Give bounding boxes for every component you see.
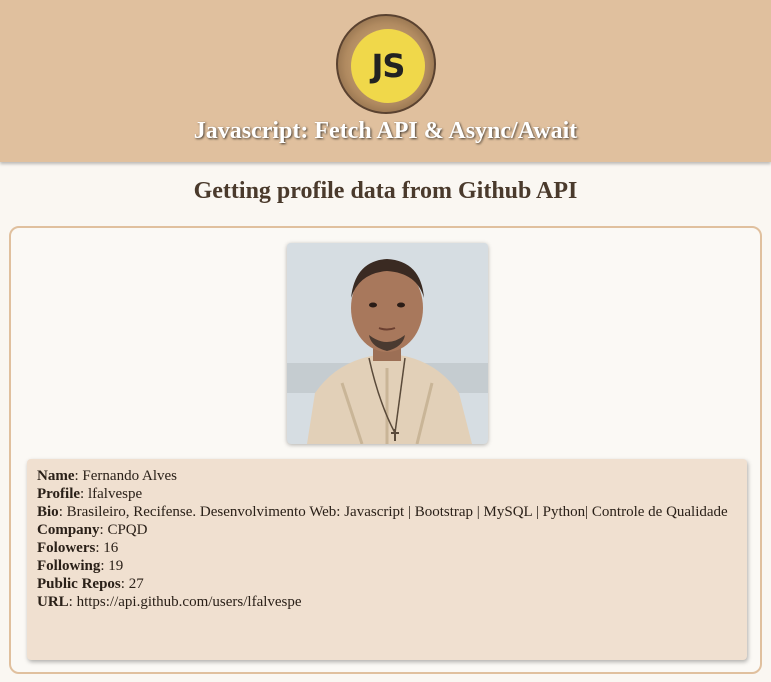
js-logo-text: JS xyxy=(351,29,425,103)
field-label: Name xyxy=(37,468,75,484)
field-label: Following xyxy=(37,558,101,574)
profile-following-row: Following: 19 xyxy=(37,558,124,574)
profile-followers-row: Folowers: 16 xyxy=(37,540,119,556)
section-title: Getting profile data from Github API xyxy=(193,178,578,204)
avatar-photo-icon xyxy=(287,243,488,444)
profile-followers-value: 16 xyxy=(103,540,119,556)
profile-name-row: Name: Fernando Alves xyxy=(37,468,177,484)
profile-company-row: Company: CPQD xyxy=(37,522,148,538)
field-label: Folowers xyxy=(37,540,96,556)
page-title: Javascript: Fetch API & Async/Await xyxy=(193,118,578,144)
profile-following-value: 19 xyxy=(108,558,124,574)
page-header: JS Javascript: Fetch API & Async/Await xyxy=(0,0,771,162)
profile-login-row: Profile: lfalvespe xyxy=(37,486,143,502)
avatar xyxy=(287,243,488,444)
js-logo-icon: JS xyxy=(336,14,436,114)
profile-company-value: CPQD xyxy=(107,522,148,538)
field-label: Company xyxy=(37,522,100,538)
field-label: URL xyxy=(37,594,69,610)
profile-repos-value: 27 xyxy=(128,576,144,592)
profile-info-panel: Name: Fernando Alves Profile: lfalvespe … xyxy=(27,459,747,660)
profile-bio-row: Bio: Brasileiro, Recifense. Desenvolvime… xyxy=(37,504,728,520)
profile-name-value: Fernando Alves xyxy=(82,468,177,484)
profile-card: Name: Fernando Alves Profile: lfalvespe … xyxy=(9,226,762,674)
profile-bio-value: Brasileiro, Recifense. Desenvolvimento W… xyxy=(66,504,728,520)
field-label: Profile xyxy=(37,486,81,502)
profile-url-value: https://api.github.com/users/lfalvespe xyxy=(76,594,302,610)
profile-login-value: lfalvespe xyxy=(87,486,143,502)
field-label: Bio xyxy=(37,504,59,520)
profile-repos-row: Public Repos: 27 xyxy=(37,576,144,592)
profile-url-row: URL: https://api.github.com/users/lfalve… xyxy=(37,594,302,610)
field-label: Public Repos xyxy=(37,576,121,592)
